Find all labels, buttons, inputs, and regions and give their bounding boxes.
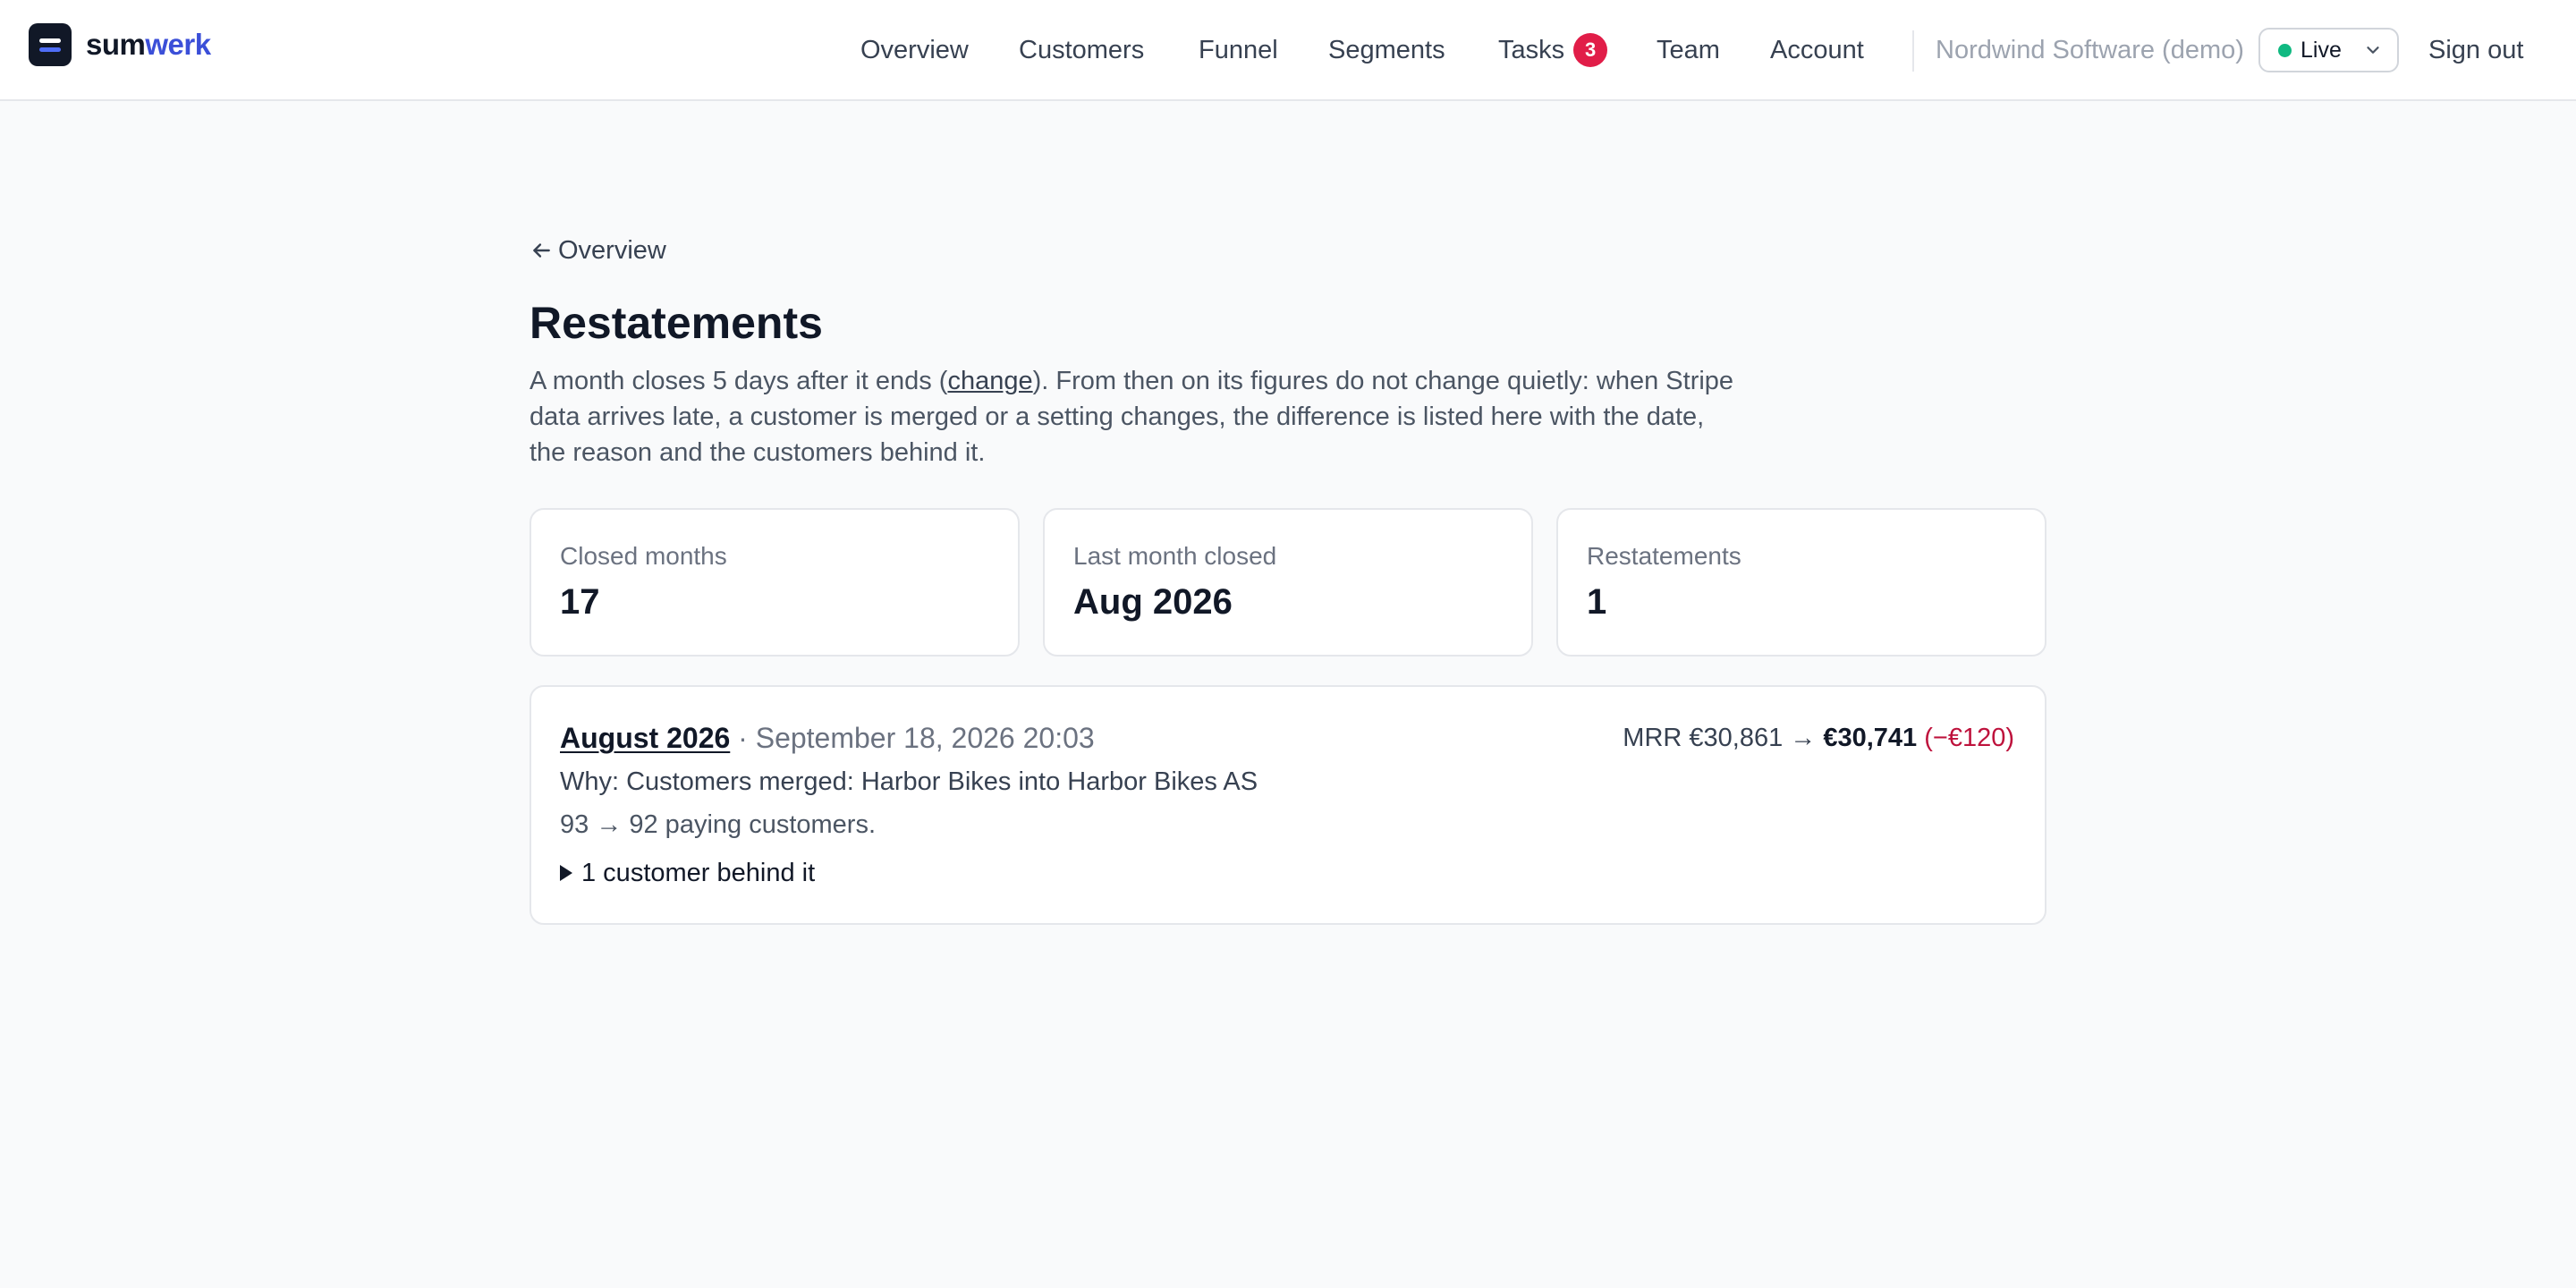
page-title: Restatements — [530, 298, 823, 348]
chevron-down-icon — [2367, 47, 2379, 54]
stat-label: Restatements — [1587, 542, 1741, 570]
mrr-change: MRR €30,861 → €30,741 (−€120) — [1623, 719, 2014, 757]
summary-stats: Closed months 17 Last month closed Aug 2… — [530, 508, 2046, 657]
nav-item-overview[interactable]: Overview — [860, 32, 969, 68]
paying-customers-change: 93 → 92 paying customers. — [560, 810, 877, 839]
tasks-count-badge: 3 — [1573, 33, 1608, 67]
top-navigation: sumwerk Overview Customers Funnel Segmen… — [0, 0, 2576, 101]
mrr-delta: (−€120) — [1924, 724, 2014, 752]
stat-card-closed-months: Closed months 17 — [530, 508, 1020, 657]
restatement-timestamp: September 18, 2026 20:03 — [755, 722, 1095, 754]
stat-value: 17 — [560, 582, 600, 622]
sign-out-link[interactable]: Sign out — [2428, 32, 2523, 68]
nav-divider — [1912, 30, 1914, 72]
change-close-delay-link[interactable]: change — [947, 367, 1032, 395]
customers-behind-label: 1 customer behind it — [581, 859, 816, 887]
separator: · — [738, 722, 748, 754]
mrr-from: €30,861 — [1689, 724, 1784, 752]
back-link-label: Overview — [558, 235, 666, 265]
environment-select[interactable]: Live — [2258, 28, 2399, 72]
live-status-dot-icon — [2278, 43, 2292, 57]
stat-label: Closed months — [560, 542, 727, 570]
workspace-name: Nordwind Software (demo) — [1936, 36, 2244, 64]
nav-item-customers[interactable]: Customers — [1019, 32, 1144, 68]
customers-behind-toggle[interactable]: 1 customer behind it — [560, 855, 2016, 891]
restatement-month-link[interactable]: August 2026 — [560, 722, 730, 754]
intro-text-start: A month closes 5 days after it ends ( — [530, 367, 948, 395]
arrow-left-icon — [533, 243, 550, 258]
page-intro: A month closes 5 days after it ends (cha… — [530, 363, 1746, 470]
stat-value: Aug 2026 — [1073, 582, 1233, 622]
disclosure-triangle-icon — [560, 865, 572, 881]
restatement-card: August 2026 · September 18, 2026 20:03 M… — [530, 685, 2046, 925]
nav-item-account[interactable]: Account — [1770, 32, 1864, 68]
stat-card-restatements: Restatements 1 — [1556, 508, 2046, 657]
back-to-overview-link[interactable]: Overview — [530, 233, 2046, 268]
stat-value: 1 — [1587, 582, 1607, 622]
main-content: Overview Restatements A month closes 5 d… — [530, 233, 2046, 925]
nav-item-segments[interactable]: Segments — [1328, 32, 1445, 68]
nav-item-tasks[interactable]: Tasks 3 — [1498, 32, 1608, 68]
stat-card-last-month-closed: Last month closed Aug 2026 — [1043, 508, 1533, 657]
stat-label: Last month closed — [1073, 542, 1277, 570]
nav-item-funnel[interactable]: Funnel — [1199, 32, 1278, 68]
nav-item-tasks-label: Tasks — [1498, 36, 1565, 64]
environment-label: Live — [2301, 37, 2342, 63]
restatement-reason: Why: Customers merged: Harbor Bikes into… — [560, 767, 1258, 796]
mrr-prefix: MRR — [1623, 724, 1682, 752]
mrr-to: €30,741 — [1823, 724, 1918, 752]
mrr-arrow: → — [1790, 724, 1817, 752]
nav-item-team[interactable]: Team — [1657, 32, 1720, 68]
